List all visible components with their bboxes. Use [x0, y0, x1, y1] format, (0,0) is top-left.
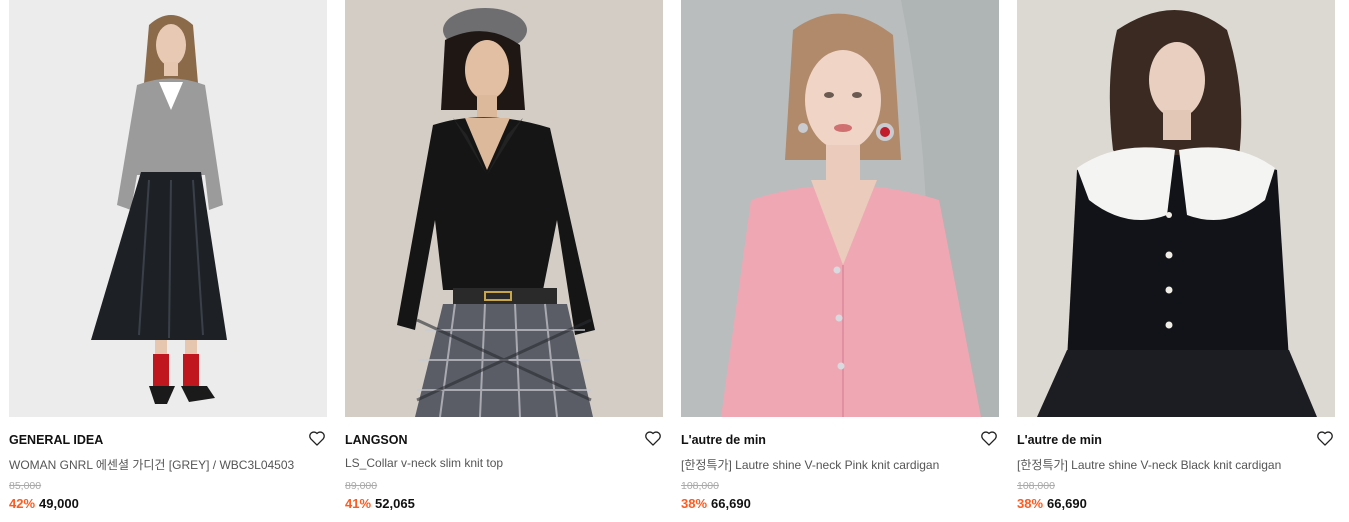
product-card[interactable]: LANGSON LS_Collar v-neck slim knit top 8… [345, 0, 663, 522]
product-image[interactable] [1017, 0, 1335, 417]
product-image[interactable] [681, 0, 999, 417]
product-image[interactable] [9, 0, 327, 417]
sale-price: 49,000 [39, 496, 79, 511]
product-card[interactable]: L'autre de min [한정특가] Lautre shine V-nec… [681, 0, 999, 522]
product-name[interactable]: [한정특가] Lautre shine V-neck Pink knit car… [681, 456, 939, 473]
heart-outline-icon[interactable] [307, 428, 327, 448]
discount-rate: 38% [1017, 496, 1044, 511]
price-line: 38% 66,690 [1017, 496, 1087, 511]
product-name[interactable]: LS_Collar v-neck slim knit top [345, 456, 503, 470]
discount-rate: 42% [9, 496, 36, 511]
product-card[interactable]: L'autre de min [한정특가] Lautre shine V-nec… [1017, 0, 1335, 522]
heart-outline-icon[interactable] [643, 428, 663, 448]
product-grid: GENERAL IDEA WOMAN GNRL 에센셜 가디건 [GREY] /… [9, 0, 1339, 522]
original-price: 108,000 [681, 480, 719, 492]
brand-name[interactable]: L'autre de min [1017, 433, 1102, 447]
product-card[interactable]: GENERAL IDEA WOMAN GNRL 에센셜 가디건 [GREY] /… [9, 0, 327, 522]
brand-name[interactable]: LANGSON [345, 433, 408, 447]
product-photo-black-collar-top [345, 0, 663, 417]
sale-price: 52,065 [375, 496, 415, 511]
brand-name[interactable]: GENERAL IDEA [9, 433, 103, 447]
price-line: 42% 49,000 [9, 496, 79, 511]
original-price: 89,000 [345, 480, 378, 492]
brand-name[interactable]: L'autre de min [681, 433, 766, 447]
sale-price: 66,690 [711, 496, 751, 511]
heart-outline-icon[interactable] [1315, 428, 1335, 448]
heart-outline-icon[interactable] [979, 428, 999, 448]
product-image[interactable] [345, 0, 663, 417]
original-price: 108,000 [1017, 480, 1055, 492]
original-price: 85,000 [9, 480, 42, 492]
price-line: 38% 66,690 [681, 496, 751, 511]
price-line: 41% 52,065 [345, 496, 415, 511]
discount-rate: 38% [681, 496, 708, 511]
product-photo-grey-cardigan [9, 0, 327, 417]
product-name[interactable]: [한정특가] Lautre shine V-neck Black knit ca… [1017, 456, 1281, 473]
discount-rate: 41% [345, 496, 372, 511]
product-photo-pink-cardigan [681, 0, 999, 417]
product-photo-black-cardigan [1017, 0, 1335, 417]
product-name[interactable]: WOMAN GNRL 에센셜 가디건 [GREY] / WBC3L04503 [9, 456, 294, 473]
sale-price: 66,690 [1047, 496, 1087, 511]
